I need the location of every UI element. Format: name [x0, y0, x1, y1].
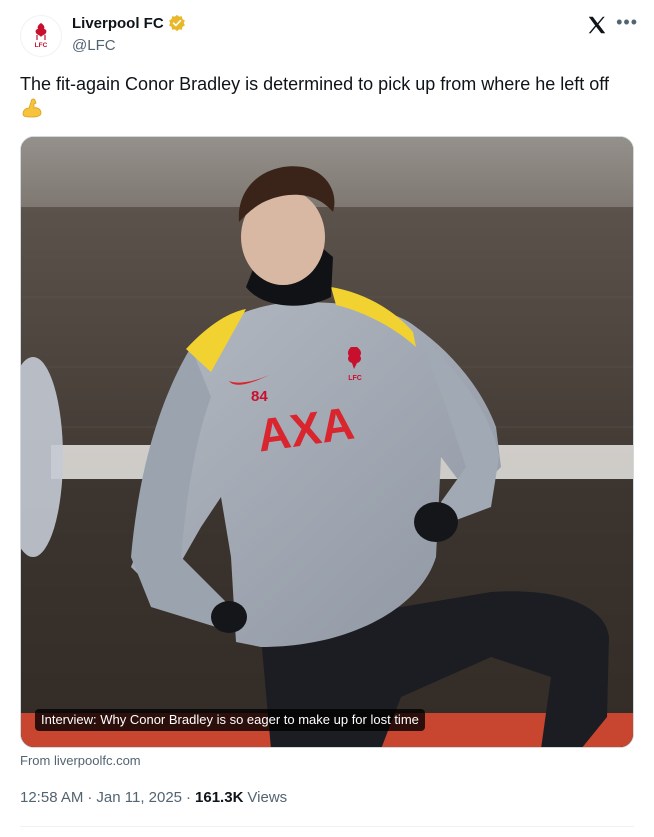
meta-separator-2: ·	[186, 789, 192, 806]
divider	[20, 826, 634, 827]
views-count: 161.3K	[195, 789, 244, 806]
views-label: Views	[247, 789, 288, 806]
meta-separator: ·	[87, 789, 93, 806]
lfc-crest-icon: LFC	[35, 23, 48, 49]
tweet-header: LFC Liverpool FC @LFC •••	[20, 12, 640, 62]
shirt-crest-text: LFC	[348, 375, 362, 382]
x-logo-icon[interactable]	[586, 14, 608, 36]
author-handle[interactable]: @LFC	[72, 37, 116, 54]
link-source[interactable]: From liverpoolfc.com	[20, 753, 141, 768]
tweet-date[interactable]: Jan 11, 2025	[96, 789, 182, 806]
tweet-meta: 12:58 AM · Jan 11, 2025 · 161.3K Views	[20, 789, 287, 806]
player-photo: LFC 84 AXA	[21, 137, 633, 747]
svg-text:LFC: LFC	[35, 42, 48, 49]
media-card[interactable]: LFC 84 AXA Interview: Why Conor Bradley …	[20, 136, 634, 748]
tweet-time[interactable]: 12:58 AM	[20, 789, 83, 806]
tweet-body: The fit-again Conor Bradley is determine…	[20, 74, 609, 94]
tweet-text: The fit-again Conor Bradley is determine…	[20, 72, 632, 121]
avatar[interactable]: LFC	[20, 15, 62, 57]
author-name[interactable]: Liverpool FC	[72, 15, 164, 32]
flexed-biceps-emoji	[22, 98, 42, 118]
shirt-number: 84	[251, 388, 268, 405]
more-dots-icon[interactable]: •••	[616, 12, 638, 33]
media-caption[interactable]: Interview: Why Conor Bradley is so eager…	[35, 709, 425, 731]
verified-badge-icon	[168, 14, 185, 32]
